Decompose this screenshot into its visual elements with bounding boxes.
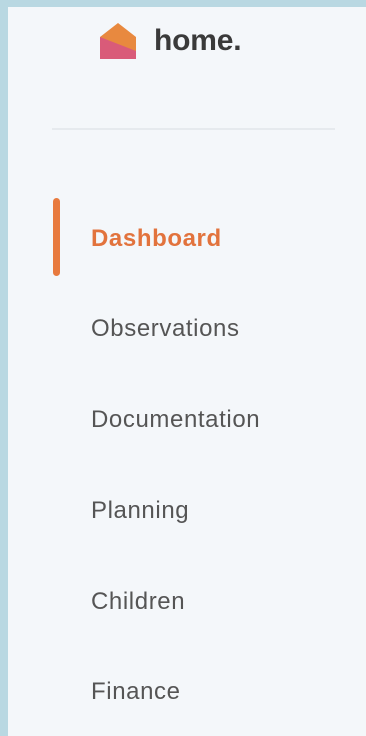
active-indicator xyxy=(53,198,60,276)
sidebar-item-finance[interactable]: Finance xyxy=(91,677,181,707)
sidebar-item-observations[interactable]: Observations xyxy=(91,314,240,344)
brand-name: home. xyxy=(154,24,242,57)
house-logo-icon xyxy=(100,23,136,59)
sidebar: home. Dashboard Observations Documentati… xyxy=(8,7,366,736)
brand-logo[interactable]: home. xyxy=(98,21,242,61)
sidebar-item-documentation[interactable]: Documentation xyxy=(91,405,260,435)
sidebar-item-planning[interactable]: Planning xyxy=(91,496,189,526)
sidebar-item-children[interactable]: Children xyxy=(91,587,185,617)
divider xyxy=(52,128,335,130)
sidebar-item-dashboard[interactable]: Dashboard xyxy=(91,224,222,254)
